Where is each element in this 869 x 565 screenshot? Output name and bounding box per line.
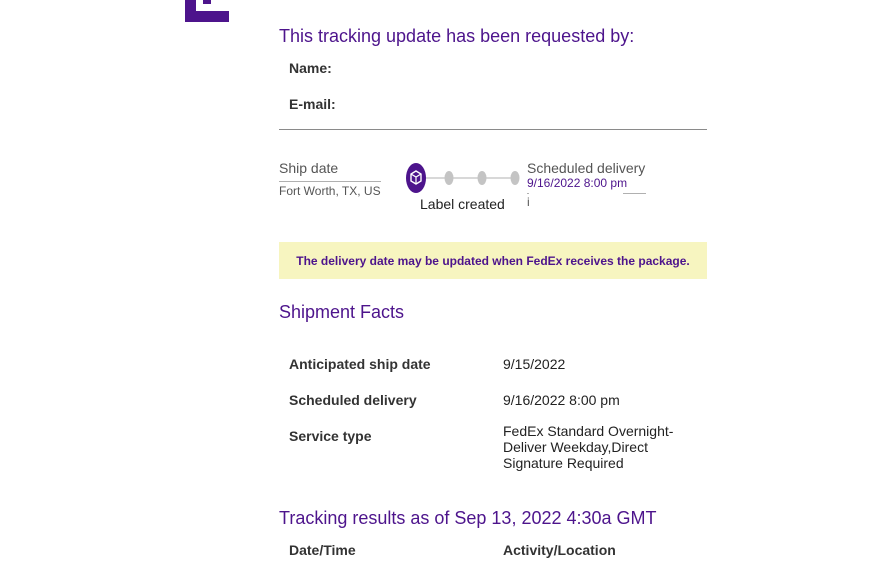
progress-step-dot (477, 171, 487, 185)
progress-step-dot (444, 171, 454, 185)
fact-value: FedEx Standard Overnight-Deliver Weekday… (503, 423, 674, 471)
current-status-label: Label created (420, 196, 505, 212)
tracking-results-title: Tracking results as of Sep 13, 2022 4:30… (279, 508, 657, 528)
email-label: E-mail: (289, 96, 336, 112)
fact-label: Scheduled delivery (289, 392, 417, 408)
delivery-date-notice: The delivery date may be updated when Fe… (279, 242, 707, 279)
scheduled-delivery-value: 9/16/2022 8:00 pm (527, 176, 628, 190)
notice-text: The delivery date may be updated when Fe… (296, 253, 690, 268)
scheduled-underline (527, 193, 529, 194)
ship-date-underline (279, 181, 381, 182)
fact-value: 9/16/2022 8:00 pm (503, 392, 620, 408)
package-icon (406, 163, 426, 193)
progress-step-dot (510, 171, 520, 185)
scheduled-delivery-label: Scheduled delivery (527, 160, 646, 176)
ship-origin: Fort Worth, TX, US (279, 184, 381, 198)
fedex-logo-icon (185, 0, 229, 22)
scheduled-underline (623, 193, 646, 194)
ship-date-label: Ship date (279, 160, 339, 176)
info-icon[interactable]: i (527, 195, 530, 209)
name-label: Name: (289, 60, 332, 76)
fact-label: Anticipated ship date (289, 356, 431, 372)
shipment-facts-title: Shipment Facts (279, 302, 405, 322)
request-title: This tracking update has been requested … (279, 26, 635, 46)
section-divider (279, 129, 707, 130)
column-header-activity: Activity/Location (503, 542, 616, 558)
fact-label: Service type (289, 428, 372, 444)
fact-value: 9/15/2022 (503, 356, 566, 372)
shipment-progress-track (406, 163, 520, 193)
column-header-datetime: Date/Time (289, 542, 356, 558)
